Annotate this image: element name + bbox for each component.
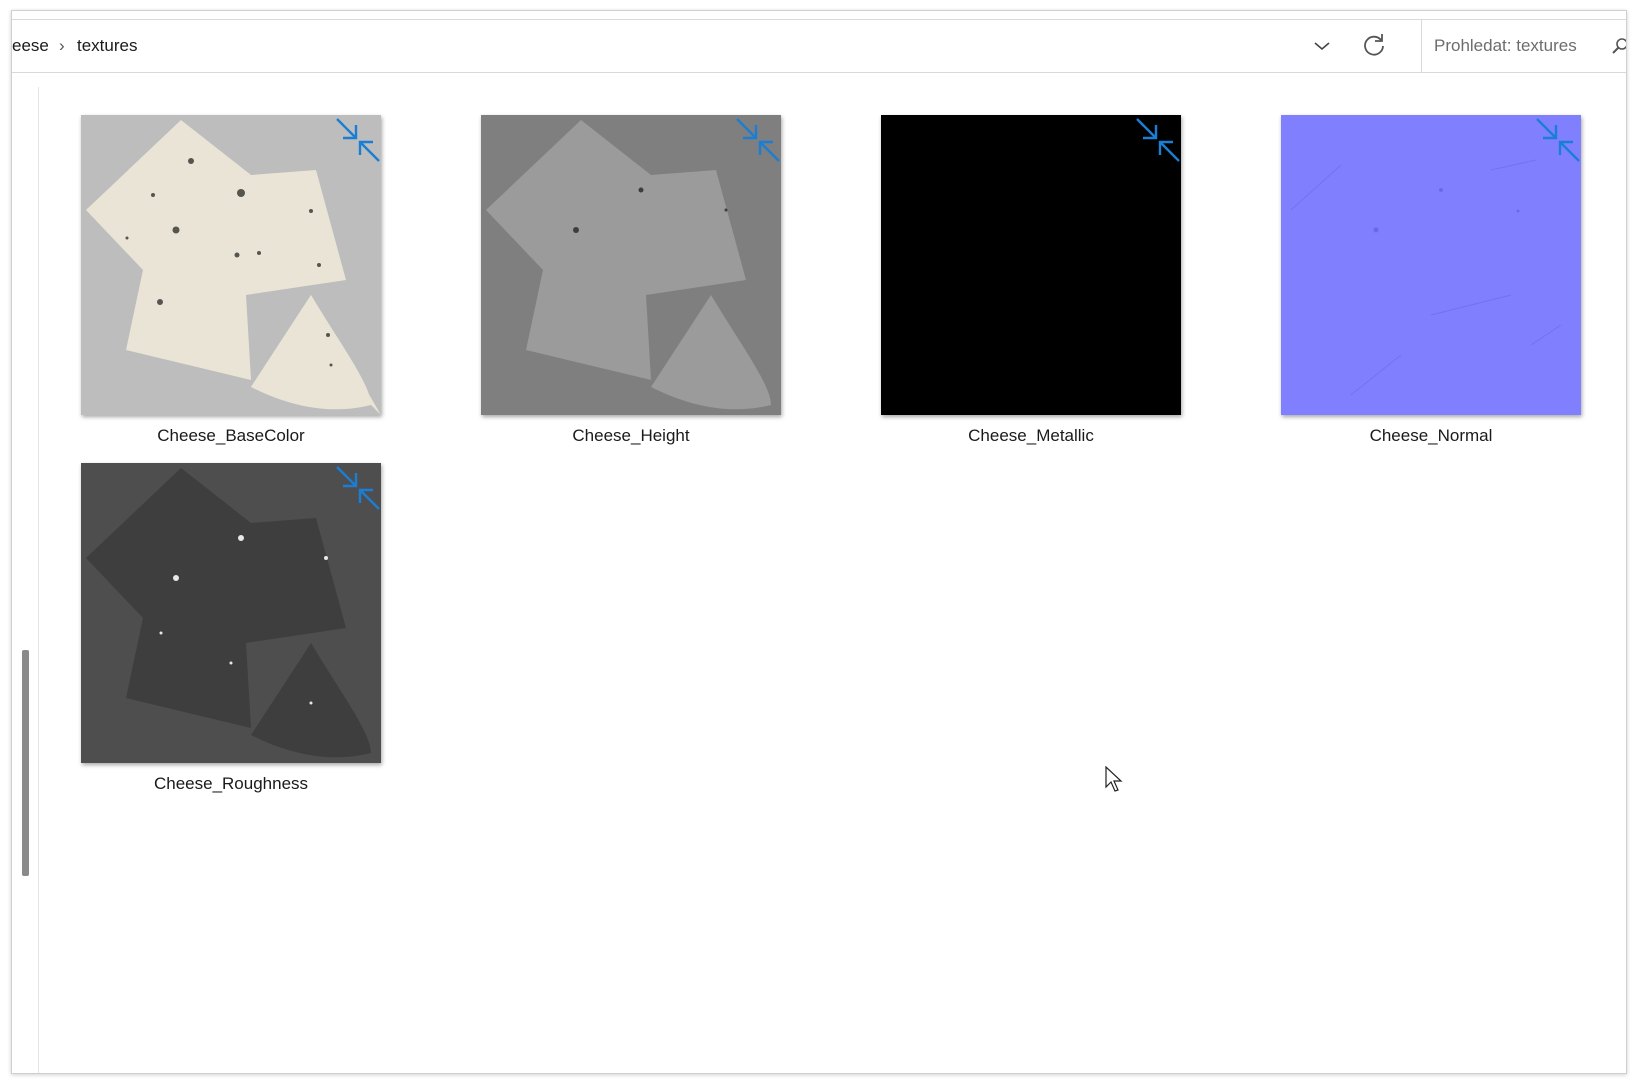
thumbnail-metallic[interactable] (881, 115, 1181, 415)
navigation-pane[interactable] (12, 87, 39, 1073)
scrollbar-thumb[interactable] (22, 650, 29, 876)
address-bar[interactable]: eese › textures (12, 19, 1425, 73)
chevron-down-icon[interactable] (1309, 34, 1335, 58)
search-input[interactable]: Prohledat: textures (1421, 19, 1626, 73)
compressed-arrows-icon (735, 117, 781, 163)
thumbnail-height[interactable] (481, 115, 781, 415)
mouse-cursor-icon (1105, 765, 1125, 794)
file-explorer-window: eese › textures Prohledat: textures Chee… (11, 10, 1627, 1074)
thumbnail-roughness[interactable] (81, 463, 381, 763)
breadcrumb-current[interactable]: textures (77, 20, 137, 72)
thumbnail-basecolor[interactable] (81, 115, 381, 415)
file-name[interactable]: Cheese_Metallic (861, 426, 1201, 446)
breadcrumb-parent[interactable]: eese (12, 20, 49, 72)
search-placeholder: Prohledat: textures (1434, 36, 1577, 55)
file-name[interactable]: Cheese_Roughness (61, 774, 401, 794)
file-list-view[interactable]: Cheese_BaseColor Cheese_Height Cheese_Me… (39, 87, 1626, 1073)
file-name[interactable]: Cheese_Normal (1261, 426, 1601, 446)
compressed-arrows-icon (335, 465, 381, 511)
thumbnail-normal[interactable] (1281, 115, 1581, 415)
file-name[interactable]: Cheese_Height (461, 426, 801, 446)
refresh-icon[interactable] (1360, 31, 1388, 59)
compressed-arrows-icon (1135, 117, 1181, 163)
breadcrumb-separator: › (59, 36, 65, 55)
file-name[interactable]: Cheese_BaseColor (61, 426, 401, 446)
search-icon[interactable] (1611, 37, 1626, 55)
compressed-arrows-icon (1535, 117, 1581, 163)
compressed-arrows-icon (335, 117, 381, 163)
